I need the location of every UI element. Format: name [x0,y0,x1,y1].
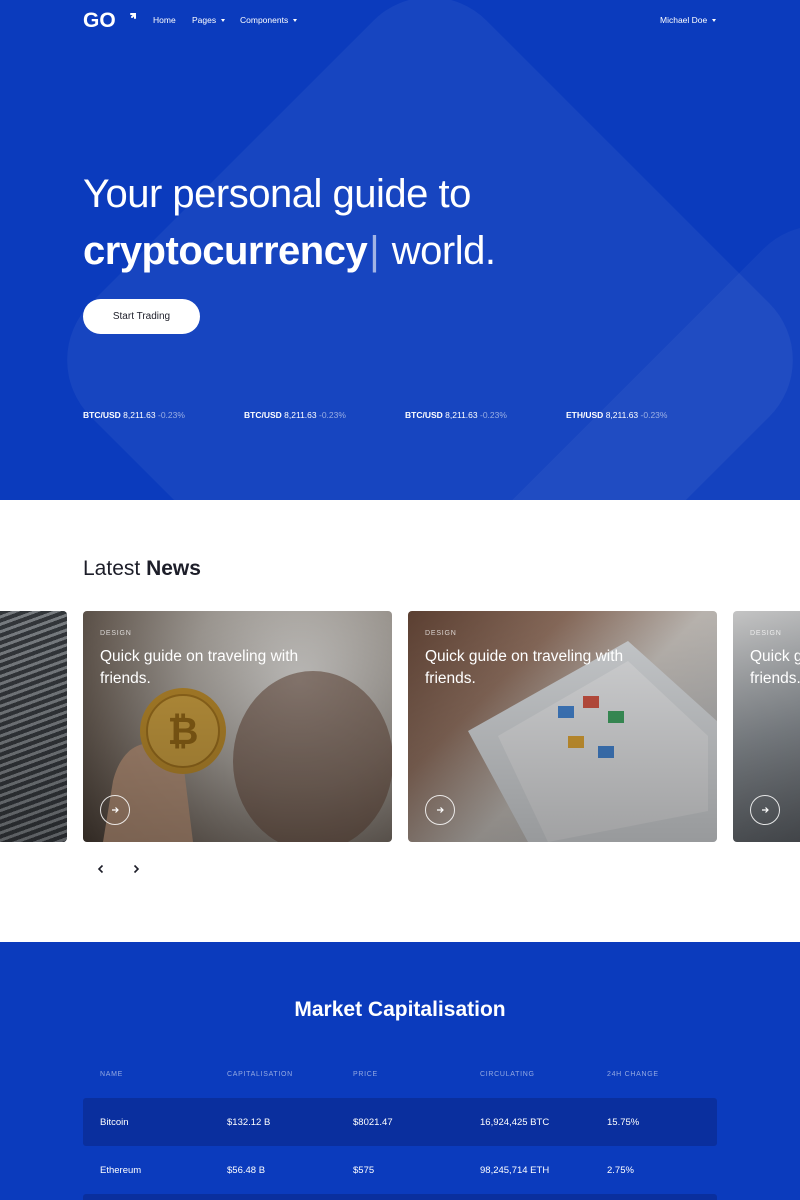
cell-price: $575 [353,1164,375,1176]
column-header-price[interactable]: PRICE [353,1071,378,1078]
cell-circulating: 98,245,714 ETH [480,1164,550,1176]
market-title-light: Market [294,998,363,1021]
table-row[interactable]: Bitcoin $132.12 B $8021.47 16,924,425 BT… [83,1098,717,1146]
chevron-left-icon [97,864,104,874]
column-header-circulating[interactable]: CIRCULATING [480,1071,535,1078]
carousel-next-button[interactable] [127,860,145,878]
market-section-title: Market Capitalisation [0,998,800,1022]
news-card-title: Quick guide on traveling with friends. [100,648,299,687]
hero-rest-word: world. [391,229,496,273]
column-header-capitalisation[interactable]: CAPITALISATION [227,1071,293,1078]
news-card-category: DESIGN [425,630,457,637]
news-title-light: Latest [83,557,141,580]
ticker-change: -0.23% [640,410,668,420]
column-header-name[interactable]: NAME [100,1071,123,1078]
news-card-title: Quick guide on traveling with friends. [425,648,624,687]
column-header-24h-change[interactable]: 24H CHANGE [607,1071,659,1078]
arrow-right-icon[interactable] [425,795,455,825]
caret-down-icon [221,18,226,22]
cell-capitalisation: $132.12 B [227,1116,271,1128]
cell-name: Ethereum [100,1164,142,1176]
price-ticker: ETH/USD 8,211.63 -0.23% [566,410,667,420]
ticker-price: 8,211.63 [605,410,639,420]
typing-cursor: | [369,229,380,273]
ticker-change: -0.23% [480,410,507,420]
hero-line-2: cryptocurrency| world. [83,222,723,280]
user-menu-dropdown[interactable]: Michael Doe [660,15,717,25]
ticker-price: 8,211.63 [284,410,317,420]
nav-home-link[interactable]: Home [153,15,176,25]
hero-highlight-word: cryptocurrency [83,229,368,273]
nav-pages-dropdown[interactable]: Pages [192,15,226,25]
cell-24h-change: 15.75% [607,1116,640,1128]
chevron-right-icon [133,864,140,874]
caret-down-icon [293,18,298,22]
news-card[interactable]: DESIGN Quick guide on traveling with fri… [733,611,800,842]
cell-price: $8021.47 [353,1116,393,1128]
ticker-change: -0.23% [158,410,185,420]
logo-arrow-icon [129,13,136,19]
nav-components-label: Components [240,15,289,25]
start-trading-button[interactable]: Start Trading [83,299,200,334]
price-ticker: BTC/USD 8,211.63 -0.23% [244,410,346,420]
hero-heading: Your personal guide to cryptocurrency| w… [83,166,723,280]
nav-pages-label: Pages [192,15,217,25]
nav-home-label: Home [153,15,176,25]
news-card-category: DESIGN [750,630,782,637]
ticker-pair: BTC/USD [405,410,443,420]
ticker-pair: BTC/USD [83,410,121,420]
ticker-price: 8,211.63 [445,410,478,420]
news-card-category: DESIGN [100,630,132,637]
latest-news-section: Latest News ₿ DESIGN Quick guide on trav… [0,500,800,942]
news-card-title: Quick guide on traveling with friends. [750,648,800,687]
news-title-bold: News [146,557,201,580]
table-row-partial[interactable] [83,1194,717,1200]
ticker-price: 8,211.63 [123,410,156,420]
arrow-right-icon[interactable] [750,795,780,825]
ticker-pair: BTC/USD [244,410,282,420]
ticker-change: -0.23% [319,410,346,420]
user-name: Michael Doe [660,15,708,25]
cell-24h-change: 2.75% [607,1164,634,1176]
market-capitalisation-section: Market Capitalisation NAME CAPITALISATIO… [0,942,800,1200]
price-ticker: BTC/USD 8,211.63 -0.23% [405,410,507,420]
market-title-bold: Capitalisation [367,998,506,1021]
news-card[interactable]: DESIGN Quick guide on traveling with fri… [408,611,717,842]
top-navbar: GO Home Pages Components Michael Doe [0,0,800,42]
arrow-right-icon[interactable] [100,795,130,825]
hero-section: GO Home Pages Components Michael Doe You… [0,0,800,500]
ticker-pair: ETH/USD [566,410,604,420]
news-card[interactable] [0,611,67,842]
nav-components-dropdown[interactable]: Components [240,15,298,25]
news-section-title: Latest News [83,557,201,581]
brand-logo[interactable]: GO [83,9,137,33]
cell-capitalisation: $56.48 B [227,1164,266,1176]
carousel-prev-button[interactable] [92,860,110,878]
price-ticker: BTC/USD 8,211.63 -0.23% [83,410,185,420]
table-row[interactable]: Ethereum $56.48 B $575 98,245,714 ETH 2.… [83,1146,717,1194]
hero-line-1: Your personal guide to [83,172,471,216]
cell-circulating: 16,924,425 BTC [480,1116,550,1128]
logo-text: GO [83,9,116,32]
news-card[interactable]: ₿ DESIGN Quick guide on traveling with f… [83,611,392,842]
caret-down-icon [712,18,717,22]
cell-name: Bitcoin [100,1116,129,1128]
